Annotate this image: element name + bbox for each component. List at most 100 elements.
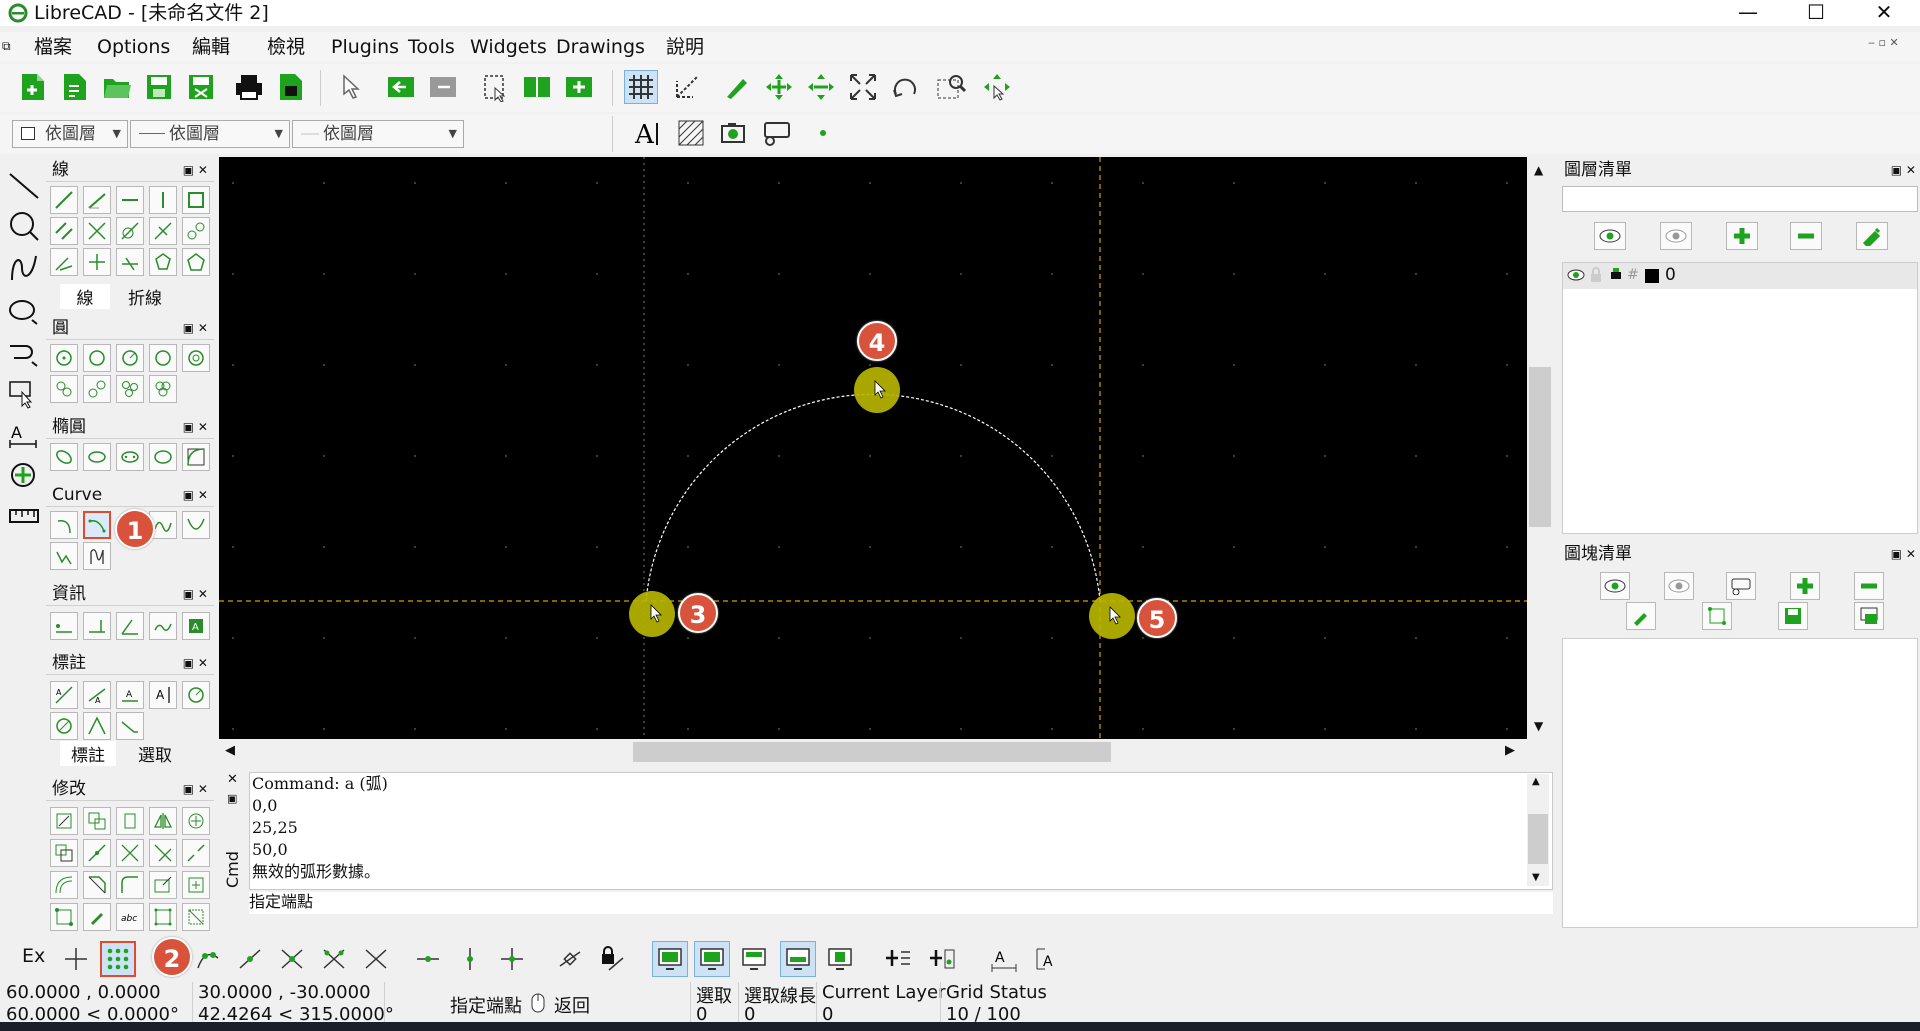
layer-lock-icon[interactable] [1589, 267, 1603, 288]
restrict-vertical-icon[interactable] [452, 941, 488, 977]
menu-edit[interactable]: 編輯 [192, 32, 230, 62]
modify-category-icon[interactable] [6, 458, 42, 494]
dim-diametric-icon[interactable] [50, 712, 78, 740]
dimension-category-icon[interactable]: A [6, 418, 42, 454]
command-input[interactable]: 指定端點 [249, 892, 1553, 914]
view-toggle-1-icon[interactable] [652, 941, 688, 977]
block-export-icon[interactable] [426, 70, 460, 104]
scroll-left-icon[interactable]: ◀ [225, 743, 235, 758]
ellipse-4p-icon[interactable] [149, 443, 177, 471]
restrict-horizontal-icon[interactable] [410, 941, 446, 977]
view-toggle-2-icon[interactable] [694, 941, 730, 977]
dock-float-close-icon[interactable]: ▣ ✕ [1891, 158, 1916, 182]
line-rejection-icon[interactable] [116, 248, 144, 276]
move-icon[interactable] [50, 807, 78, 835]
line-relative-angle-icon[interactable] [50, 248, 78, 276]
layer-visible-icon[interactable] [1567, 267, 1585, 287]
text-style-icon[interactable]: A [1028, 941, 1064, 977]
rotate-icon[interactable] [116, 807, 144, 835]
line-free-icon[interactable] [83, 248, 111, 276]
snap-grid-icon[interactable] [100, 941, 136, 977]
snap-exclusive-label[interactable]: Ex [22, 945, 45, 967]
total-length-icon[interactable] [149, 612, 177, 640]
dim-leader-icon[interactable] [116, 712, 144, 740]
circle-tan2-point-icon[interactable] [83, 375, 111, 403]
properties-icon[interactable] [50, 903, 78, 931]
snap-on-entity-icon[interactable] [190, 941, 226, 977]
polyline-category-icon[interactable] [6, 334, 42, 370]
select-window-icon[interactable] [478, 70, 512, 104]
edit-layer-icon[interactable] [1856, 222, 1888, 250]
zoom-pan-icon[interactable] [980, 70, 1014, 104]
distance-point-icon[interactable] [50, 612, 78, 640]
dock-float-close-icon[interactable]: ▣ ✕ [183, 158, 208, 182]
trim-icon[interactable] [83, 839, 111, 867]
mirror-icon[interactable] [149, 807, 177, 835]
chamfer-icon[interactable] [83, 871, 111, 899]
trim2-icon[interactable] [116, 839, 144, 867]
parabola-icon[interactable] [83, 542, 111, 570]
snap-intersection-icon[interactable] [358, 941, 394, 977]
ellipse-axis-icon[interactable] [50, 443, 78, 471]
block-insert-icon[interactable] [384, 70, 418, 104]
add-block-icon[interactable] [562, 70, 596, 104]
menu-tools[interactable]: Tools [408, 32, 455, 62]
scroll-down-icon[interactable]: ▼ [1532, 872, 1540, 883]
explode-text-icon[interactable]: abc [116, 903, 144, 931]
menu-view[interactable]: 檢視 [267, 32, 305, 62]
image-tool-icon[interactable] [716, 116, 750, 150]
scroll-thumb[interactable] [1528, 814, 1548, 864]
scale-icon[interactable] [50, 839, 78, 867]
explode-icon[interactable] [182, 871, 210, 899]
curve-category-icon[interactable] [6, 250, 42, 286]
dock-float-close-icon[interactable]: ▣ ✕ [183, 651, 208, 675]
dock-float-close-icon[interactable]: ▣ ✕ [1891, 542, 1916, 566]
snap-middle-icon[interactable] [274, 941, 310, 977]
menu-help[interactable]: 說明 [666, 32, 704, 62]
line-bisector-icon[interactable] [83, 217, 111, 245]
dim-linear-icon[interactable]: A [83, 681, 111, 709]
draft-mode-icon[interactable] [670, 70, 704, 104]
show-all-layers-icon[interactable] [1594, 222, 1626, 250]
line-2p-icon[interactable] [50, 186, 78, 214]
ellipse-inscribe-icon[interactable] [182, 443, 210, 471]
circle-3p-icon[interactable] [149, 344, 177, 372]
add-layer-icon[interactable] [1726, 222, 1758, 250]
color-combo[interactable]: 依圖層 ▼ [12, 120, 128, 148]
add-block-icon[interactable] [1790, 572, 1820, 600]
circle-center-radius-icon[interactable] [83, 344, 111, 372]
line-horizontal-icon[interactable] [116, 186, 144, 214]
ellipse-category-icon[interactable] [6, 292, 42, 328]
scroll-up-icon[interactable]: ▲ [1534, 163, 1543, 177]
layer-filter-input[interactable] [1562, 186, 1918, 212]
layer-list-icon[interactable] [520, 70, 554, 104]
canvas-vertical-scrollbar[interactable]: ▲ ▼ [1527, 157, 1553, 739]
edit-block-icon[interactable] [1626, 602, 1656, 630]
hide-all-blocks-icon[interactable] [1664, 572, 1694, 600]
ellipse-foci-icon[interactable] [116, 443, 144, 471]
linetype-combo[interactable]: 依圖層 ▼ [130, 120, 290, 148]
grid-toggle-icon[interactable] [624, 70, 658, 104]
tab-polyline[interactable]: 折線 [128, 284, 162, 309]
dock-float-close-icon[interactable]: ▣ ✕ [183, 777, 208, 801]
line-tangent-icon[interactable] [116, 217, 144, 245]
layer-construction-icon[interactable]: # [1627, 267, 1639, 283]
info-category-icon[interactable] [6, 498, 42, 534]
hatch-tool-icon[interactable] [674, 116, 708, 150]
save-as-icon[interactable] [184, 70, 218, 104]
canvas-horizontal-scrollbar[interactable]: ◀ ▶ [219, 739, 1553, 765]
fillet-icon[interactable] [116, 871, 144, 899]
circle-center-point-icon[interactable] [50, 344, 78, 372]
line-category-icon[interactable] [6, 168, 42, 204]
print-icon[interactable] [232, 70, 266, 104]
line-tangent-circles-icon[interactable] [182, 217, 210, 245]
polygon-corner-icon[interactable] [182, 248, 210, 276]
block-create-icon[interactable] [760, 116, 794, 150]
dim-vertical-icon[interactable]: A [149, 681, 177, 709]
point-tool-icon[interactable] [806, 116, 840, 150]
dim-radial-icon[interactable] [182, 681, 210, 709]
circle-inscribe-icon[interactable] [149, 375, 177, 403]
dock-float-close-icon[interactable]: ▣ ✕ [183, 415, 208, 439]
line-angle-icon[interactable] [83, 186, 111, 214]
create-block-icon[interactable] [1726, 572, 1756, 600]
